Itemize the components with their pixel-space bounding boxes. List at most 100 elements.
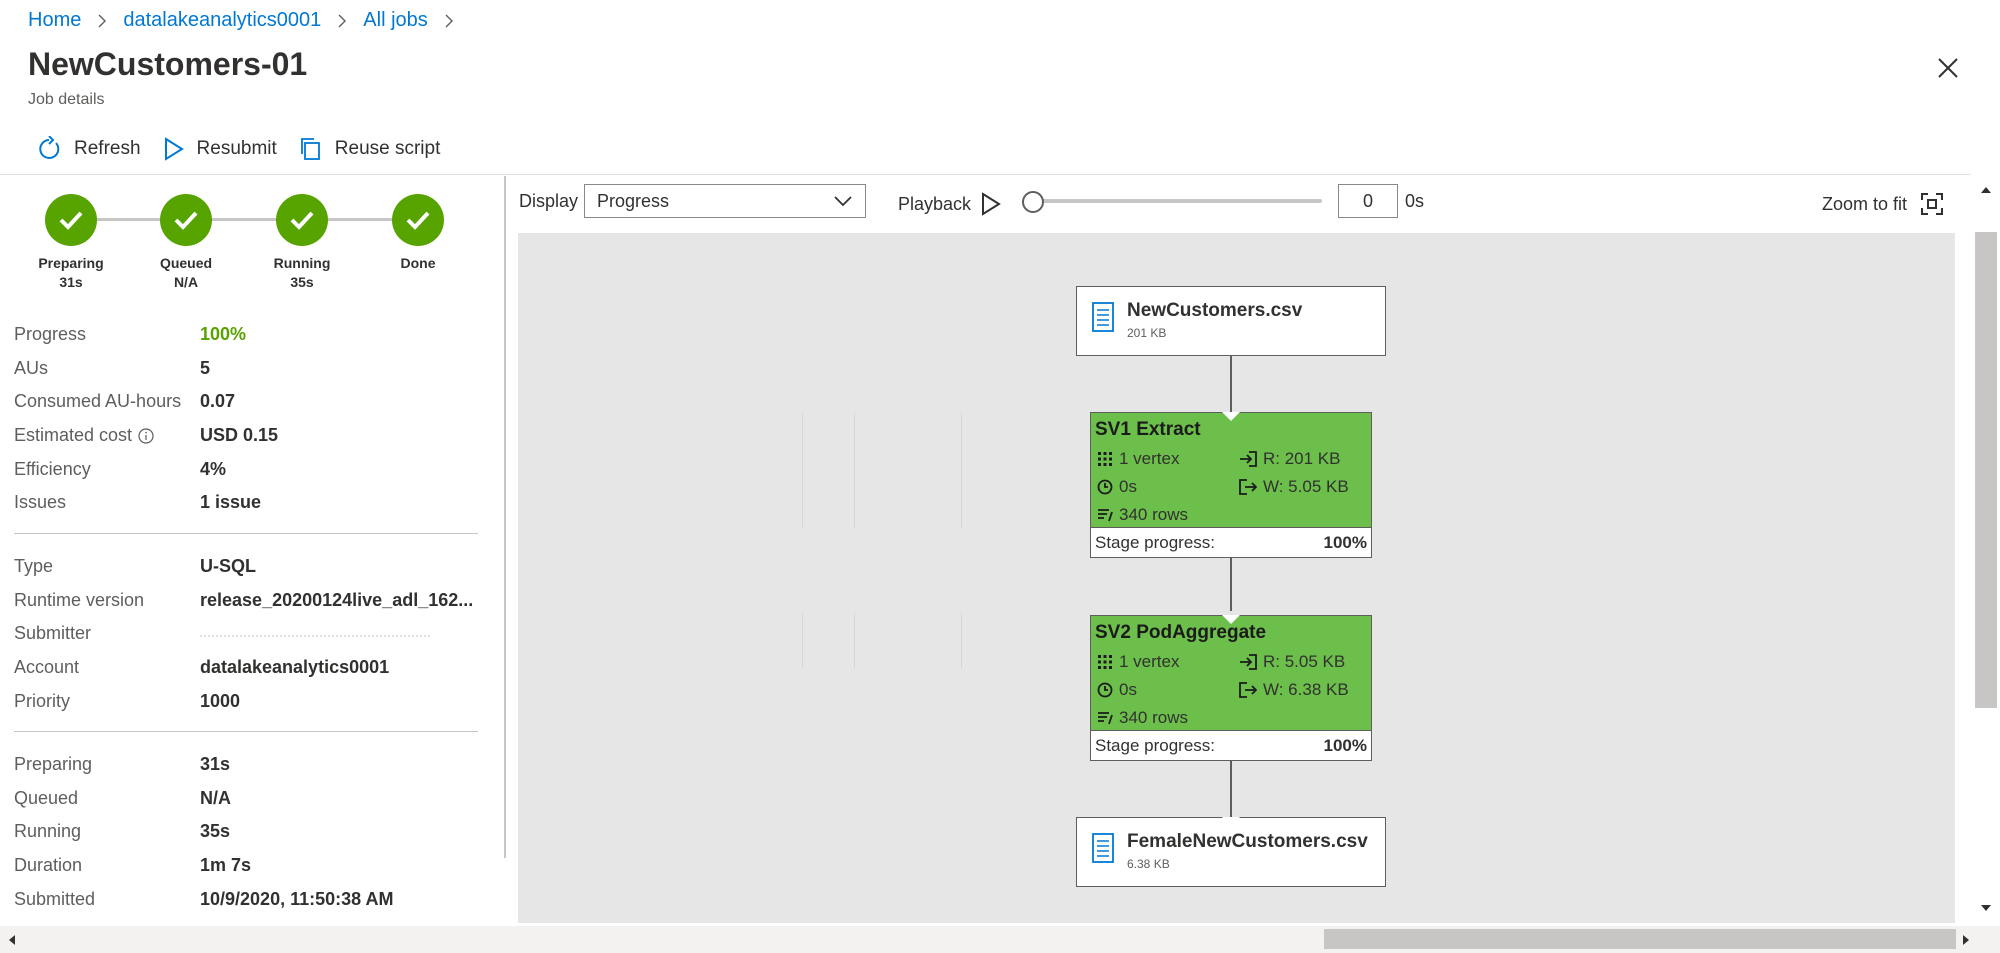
- prop-label: Submitted: [14, 888, 96, 909]
- prop-label: Running: [14, 821, 82, 842]
- prop-value: 4%: [200, 458, 227, 479]
- checkmark-icon: [392, 194, 444, 246]
- prop-queued: Queued N/A: [14, 782, 484, 816]
- graph-edge: [1230, 558, 1232, 611]
- prop-label: Priority: [14, 690, 71, 711]
- stage-title: SV2 PodAggregate: [1095, 622, 1267, 643]
- prop-submitted: Submitted 10/9/2020, 11:50:38 AM: [14, 882, 484, 916]
- stage-vertices-text: 1 vertex: [1119, 652, 1180, 671]
- prop-aus: AUs 5: [14, 352, 484, 386]
- toolbar: Refresh Resubmit Reuse script: [36, 136, 462, 162]
- stage-time-text: 0s: [1119, 680, 1137, 699]
- prop-label: Submitter: [14, 623, 92, 644]
- grid-icon: [1098, 452, 1112, 466]
- prop-value: U-SQL: [200, 556, 256, 577]
- play-icon[interactable]: [980, 192, 1002, 216]
- job-graph-canvas[interactable]: NewCustomers.csv 201 KB SV1 Extract 1 ve…: [518, 233, 1955, 923]
- reuse-script-button[interactable]: Reuse script: [299, 137, 441, 161]
- playback-time-input[interactable]: 0: [1338, 184, 1398, 218]
- reuse-script-label: Reuse script: [334, 138, 441, 159]
- breadcrumb-account[interactable]: datalakeanalytics0001: [123, 9, 321, 32]
- stage-progress-label: Stage progress:: [1095, 735, 1216, 755]
- stage-vertices-text: 1 vertex: [1119, 449, 1180, 468]
- playback-label: Playback: [898, 194, 972, 214]
- refresh-label: Refresh: [74, 138, 141, 159]
- resubmit-button[interactable]: Resubmit: [163, 137, 277, 161]
- stage-read-text: R: 5.05 KB: [1263, 652, 1346, 671]
- detail-properties: Type U-SQL Runtime version release_2020012…: [14, 550, 484, 718]
- playback-slider-track[interactable]: [1034, 199, 1322, 203]
- input-file-node[interactable]: NewCustomers.csv 201 KB: [1076, 286, 1386, 356]
- stage-time: 0s: [1097, 680, 1137, 700]
- section-divider: [14, 533, 478, 534]
- prop-progress: Progress 100%: [14, 318, 484, 352]
- prop-priority: Priority 1000: [14, 684, 484, 718]
- stage-time-text: 0s: [1119, 477, 1137, 496]
- info-icon[interactable]: [138, 427, 154, 444]
- step-name: Queued: [159, 255, 213, 271]
- prop-label: Preparing: [14, 754, 93, 775]
- stage-write-text: W: 6.38 KB: [1263, 680, 1349, 699]
- resubmit-label: Resubmit: [196, 138, 277, 159]
- stage-rows-text: 340 rows: [1119, 505, 1188, 524]
- step-time: N/A: [173, 274, 199, 290]
- scroll-up-icon[interactable]: [1980, 186, 1992, 194]
- stage-progress-label: Stage progress:: [1095, 532, 1216, 552]
- file-name: NewCustomers.csv: [1127, 300, 1303, 321]
- scroll-left-icon[interactable]: [8, 934, 16, 946]
- breadcrumb-home[interactable]: Home: [28, 9, 81, 32]
- prop-label-wrap: Estimated cost: [14, 425, 200, 446]
- prop-value[interactable]: 1 issue: [200, 492, 261, 513]
- prop-label: AUs: [14, 357, 49, 378]
- refresh-button[interactable]: Refresh: [36, 136, 141, 162]
- prop-label: Account: [14, 657, 80, 678]
- breadcrumb: Home datalakeanalytics0001 All jobs: [28, 9, 470, 32]
- grid-line: [961, 613, 962, 668]
- prop-value: datalakeanalytics0001: [200, 657, 390, 678]
- prop-runtime-version: Runtime version release_20200124live_adl_…: [14, 584, 484, 618]
- stage-write: W: 5.05 KB: [1239, 477, 1349, 497]
- stage-write: W: 6.38 KB: [1239, 680, 1349, 700]
- horizontal-scrollbar[interactable]: [0, 926, 2000, 953]
- vertical-scroll-thumb[interactable]: [1975, 232, 1997, 708]
- summary-properties: Progress 100% AUs 5 Consumed AU-hours 0.07 …: [14, 318, 484, 520]
- zoom-to-fit-button[interactable]: Zoom to fit: [1822, 193, 1944, 215]
- stage-vertices: 1 vertex: [1097, 652, 1179, 672]
- stage-node-sv1[interactable]: SV1 Extract 1 vertex 0s 340 rows R: 201 …: [1090, 412, 1372, 558]
- stage-progress-bar: Stage progress: 100%: [1091, 527, 1371, 557]
- display-dropdown[interactable]: Progress: [584, 184, 866, 218]
- vertical-scrollbar[interactable]: [1970, 176, 2000, 922]
- stage-progress-value: 100%: [1323, 532, 1367, 552]
- chevron-right-icon: [445, 14, 453, 27]
- prop-label: Estimated cost: [14, 425, 133, 446]
- file-icon: [1092, 833, 1114, 863]
- prop-duration: Duration 1m 7s: [14, 849, 484, 883]
- panel-divider[interactable]: [504, 176, 506, 858]
- close-icon[interactable]: [1935, 55, 1961, 81]
- clock-icon: [1097, 682, 1113, 698]
- prop-label: Issues: [14, 492, 67, 513]
- step-time: 31s: [59, 274, 83, 290]
- playback-time-unit: 0s: [1405, 191, 1425, 211]
- step-running: Running 35s: [247, 194, 357, 290]
- grid-line: [854, 413, 855, 528]
- prop-running: Running 35s: [14, 815, 484, 849]
- scroll-right-icon[interactable]: [1962, 934, 1970, 946]
- toolbar-divider: [0, 174, 1970, 175]
- edge-arrow: [1222, 615, 1240, 624]
- stage-rows-text: 340 rows: [1119, 708, 1188, 727]
- horizontal-scroll-thumb[interactable]: [1324, 929, 1956, 949]
- prop-issues[interactable]: Issues 1 issue: [14, 486, 484, 520]
- timing-properties: Preparing 31s Queued N/A Running 35s Durati…: [14, 748, 484, 916]
- checkmark-icon: [45, 194, 97, 246]
- output-file-node[interactable]: FemaleNewCustomers.csv 6.38 KB: [1076, 817, 1386, 887]
- scroll-down-icon[interactable]: [1980, 904, 1992, 912]
- page-title: NewCustomers-01: [28, 46, 308, 82]
- write-icon: [1239, 479, 1257, 495]
- stage-node-sv2[interactable]: SV2 PodAggregate 1 vertex 0s 340 rows R:…: [1090, 615, 1372, 761]
- step-time: 35s: [290, 274, 314, 290]
- step-queued: Queued N/A: [131, 194, 241, 290]
- step-name: Done: [400, 255, 436, 271]
- breadcrumb-all-jobs[interactable]: All jobs: [363, 9, 427, 32]
- playback-slider-thumb[interactable]: [1022, 191, 1044, 213]
